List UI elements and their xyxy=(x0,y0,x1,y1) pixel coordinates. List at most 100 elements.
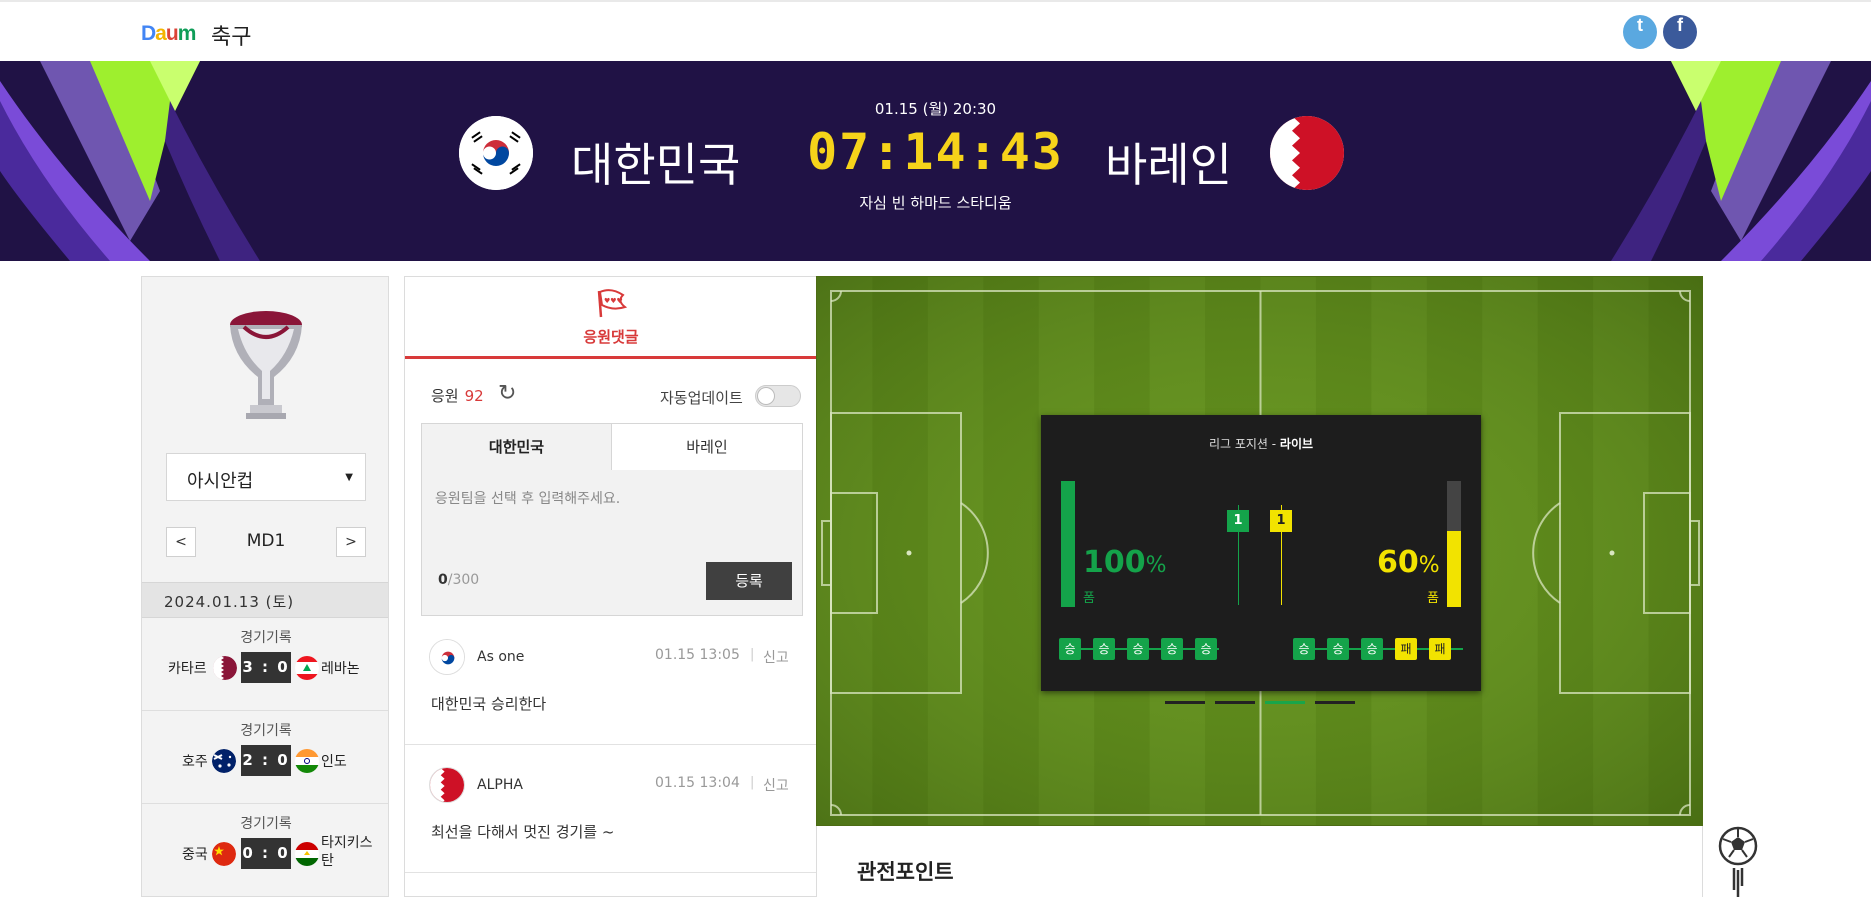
tab-korea[interactable]: 대한민국 xyxy=(422,424,612,470)
home-team: 호주 xyxy=(182,754,208,770)
tajikistan-flag-icon xyxy=(295,842,319,866)
pitch-widget: 리그 포지션 - 라이브 100% 폼 1 1 60% 폼 승 승 승 승 승 … xyxy=(816,276,1703,826)
slide-dot[interactable] xyxy=(1315,701,1355,704)
match-hero: 01.15 (월) 20:30 대한민국 07:14:43 바레인 자심 빈 하… xyxy=(0,61,1871,261)
result-badge: 승 xyxy=(1327,638,1349,660)
daum-logo[interactable]: Daum xyxy=(141,22,196,46)
result-badge: 승 xyxy=(1195,638,1217,660)
away-team: 타지키스탄 xyxy=(321,835,373,869)
report-button[interactable]: 신고 xyxy=(763,647,789,667)
india-flag-icon xyxy=(295,749,319,773)
league-select[interactable]: 아시안컵 ▼ xyxy=(166,453,366,501)
match-record-link[interactable]: 경기기록 xyxy=(142,627,388,647)
round-nav: < MD1 > xyxy=(166,527,366,557)
comment-text: 최선을 다해서 멋진 경기를 ~ xyxy=(431,823,615,841)
refresh-icon[interactable]: ↻ xyxy=(498,381,516,406)
home-recent-results: 승 승 승 승 승 xyxy=(1059,638,1229,662)
result-badge: 패 xyxy=(1429,638,1451,660)
chevron-right-icon: > xyxy=(345,534,357,550)
china-flag-icon xyxy=(212,842,236,866)
slide-dot[interactable] xyxy=(1215,701,1255,704)
result-badge: 승 xyxy=(1093,638,1115,660)
result-badge: 승 xyxy=(1161,638,1183,660)
league-position-card: 리그 포지션 - 라이브 100% 폼 1 1 60% 폼 승 승 승 승 승 … xyxy=(1041,415,1481,691)
tab-bahrain[interactable]: 바레인 xyxy=(612,424,802,470)
home-form-pct: 100% xyxy=(1083,545,1167,580)
result-badge: 승 xyxy=(1293,638,1315,660)
bahrain-flag-icon xyxy=(1270,116,1344,190)
chevron-left-icon: < xyxy=(175,534,187,550)
match-countdown: 07:14:43 xyxy=(807,123,1064,181)
match-score: 3 : 0 xyxy=(241,652,291,683)
match-record-link[interactable]: 경기기록 xyxy=(142,720,388,740)
match-item[interactable]: 경기기록 중국 0 : 0 타지키스탄 xyxy=(142,804,388,896)
card-title: 리그 포지션 - 라이브 xyxy=(1208,437,1314,451)
round-label: MD1 xyxy=(246,531,286,551)
caret-down-icon: ▼ xyxy=(345,472,353,483)
result-badge: 승 xyxy=(1059,638,1081,660)
cheer-comments-panel: ♥♥♥ 응원댓글 응원 92 ↻ 자동업데이트 대한민국 바레인 응원팀을 선택 … xyxy=(404,276,816,897)
cheer-tab-label: 응원댓글 xyxy=(583,328,639,346)
result-badge: 패 xyxy=(1395,638,1417,660)
home-form-bar xyxy=(1061,481,1075,607)
separator: | xyxy=(750,775,755,790)
tab-cheer-comments[interactable]: ♥♥♥ 응원댓글 xyxy=(405,277,816,359)
comment-text: 대한민국 승리한다 xyxy=(431,695,547,713)
bahrain-flag-avatar-icon xyxy=(429,767,465,803)
comment-input-area[interactable]: 응원팀을 선택 후 입력해주세요. 0/300 등록 xyxy=(421,470,803,616)
comment-time: 01.15 13:05 xyxy=(655,647,740,663)
comment-item: ALPHA 01.15 13:04 | 신고 최선을 다해서 멋진 경기를 ~ xyxy=(405,745,816,873)
facebook-icon[interactable]: f xyxy=(1663,15,1697,49)
away-team: 인도 xyxy=(321,754,347,770)
result-badge: 승 xyxy=(1127,638,1149,660)
match-date-header: 2024.01.13 (토) xyxy=(142,582,388,618)
soccer-ball-icon[interactable] xyxy=(1716,824,1760,897)
home-position-badge: 1 xyxy=(1227,510,1249,532)
svg-text:♥♥♥: ♥♥♥ xyxy=(604,297,623,305)
char-counter: 0/300 xyxy=(438,572,480,588)
australia-flag-icon xyxy=(212,749,236,773)
korea-flag-avatar-icon xyxy=(429,639,465,675)
match-datetime: 01.15 (월) 20:30 xyxy=(874,100,997,118)
lebanon-flag-icon xyxy=(295,656,319,680)
comment-username: ALPHA xyxy=(477,777,523,793)
away-position-badge: 1 xyxy=(1270,510,1292,532)
auto-update-label: 자동업데이트 xyxy=(660,389,743,407)
twitter-icon[interactable]: t xyxy=(1623,15,1657,49)
match-score: 2 : 0 xyxy=(241,745,291,776)
home-team: 카타르 xyxy=(168,661,207,677)
match-item[interactable]: 경기기록 호주 2 : 0 인도 xyxy=(142,711,388,804)
away-team-name[interactable]: 바레인 xyxy=(1105,129,1232,195)
comment-placeholder: 응원팀을 선택 후 입력해주세요. xyxy=(435,491,621,507)
section-title[interactable]: 축구 xyxy=(211,19,251,51)
league-select-value: 아시안컵 xyxy=(187,471,254,492)
submit-button[interactable]: 등록 xyxy=(706,562,792,600)
away-team: 레바논 xyxy=(321,661,360,677)
match-score: 0 : 0 xyxy=(241,838,291,869)
away-form-label: 폼 xyxy=(1427,591,1439,606)
stadium-name: 자심 빈 하마드 스타디움 xyxy=(859,194,1012,212)
slide-dot[interactable] xyxy=(1165,701,1205,704)
cheer-flag-icon: ♥♥♥ xyxy=(597,289,628,318)
cheer-count: 응원 92 xyxy=(431,387,484,405)
comment-username: As one xyxy=(477,649,525,665)
viewpoint-title: 관전포인트 xyxy=(857,860,954,884)
report-button[interactable]: 신고 xyxy=(763,775,789,795)
team-select-tabs: 대한민국 바레인 xyxy=(421,423,803,471)
slide-dot-active[interactable] xyxy=(1265,701,1305,704)
home-form-label: 폼 xyxy=(1083,591,1095,606)
comment-item: As one 01.15 13:05 | 신고 대한민국 승리한다 xyxy=(405,617,816,745)
match-record-link[interactable]: 경기기록 xyxy=(142,813,388,833)
match-item[interactable]: 경기기록 카타르 3 : 0 레바논 xyxy=(142,618,388,711)
asian-cup-trophy-icon xyxy=(230,311,302,419)
top-bar: Daum 축구 t f xyxy=(0,0,1871,61)
auto-update-toggle[interactable] xyxy=(755,385,801,407)
prev-round-button[interactable]: < xyxy=(166,527,196,557)
home-team: 중국 xyxy=(182,847,208,863)
separator: | xyxy=(750,647,755,662)
away-recent-results: 승 승 승 패 패 xyxy=(1293,638,1468,662)
result-badge: 승 xyxy=(1361,638,1383,660)
next-round-button[interactable]: > xyxy=(336,527,366,557)
viewpoint-section: 관전포인트 xyxy=(816,826,1703,897)
away-form-bar xyxy=(1447,481,1461,607)
